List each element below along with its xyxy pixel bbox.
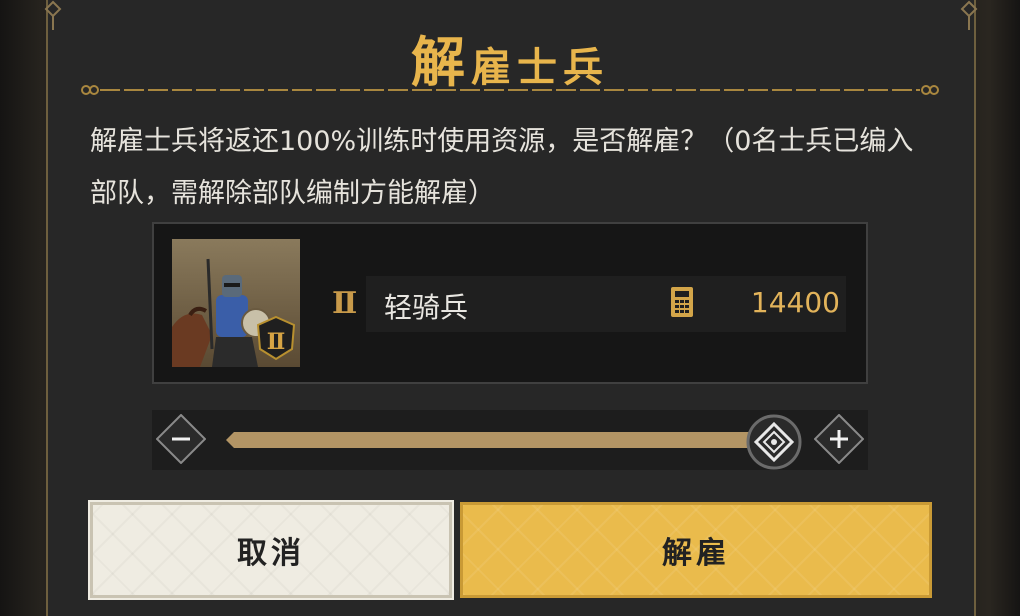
- slider-track[interactable]: [226, 430, 770, 450]
- cancel-button-label: 取消: [237, 536, 305, 571]
- confirm-dismiss-button[interactable]: 解雇: [460, 502, 932, 598]
- dismiss-message: 解雇士兵将返还100%训练时使用资源，是否解雇？（0名士兵已编入部队，需解除部队…: [90, 126, 914, 209]
- unit-portrait-knight-icon: Ⅱ: [172, 239, 300, 367]
- cancel-button[interactable]: 取消: [88, 500, 454, 600]
- calculator-icon: [671, 287, 693, 317]
- unit-name: 轻骑兵: [384, 291, 469, 324]
- title-divider: [81, 85, 939, 95]
- minus-button[interactable]: [156, 414, 206, 464]
- unit-card: Ⅱ Ⅱ 轻骑兵 14400: [152, 222, 868, 384]
- confirm-button-label: 解雇: [662, 536, 730, 571]
- unit-count: 14400: [750, 286, 840, 319]
- plus-button[interactable]: [814, 414, 864, 464]
- slider-handle[interactable]: [744, 412, 804, 472]
- unit-tier-numeral: Ⅱ: [332, 286, 357, 321]
- slider-fill: [226, 432, 770, 448]
- svg-text:Ⅱ: Ⅱ: [267, 329, 286, 355]
